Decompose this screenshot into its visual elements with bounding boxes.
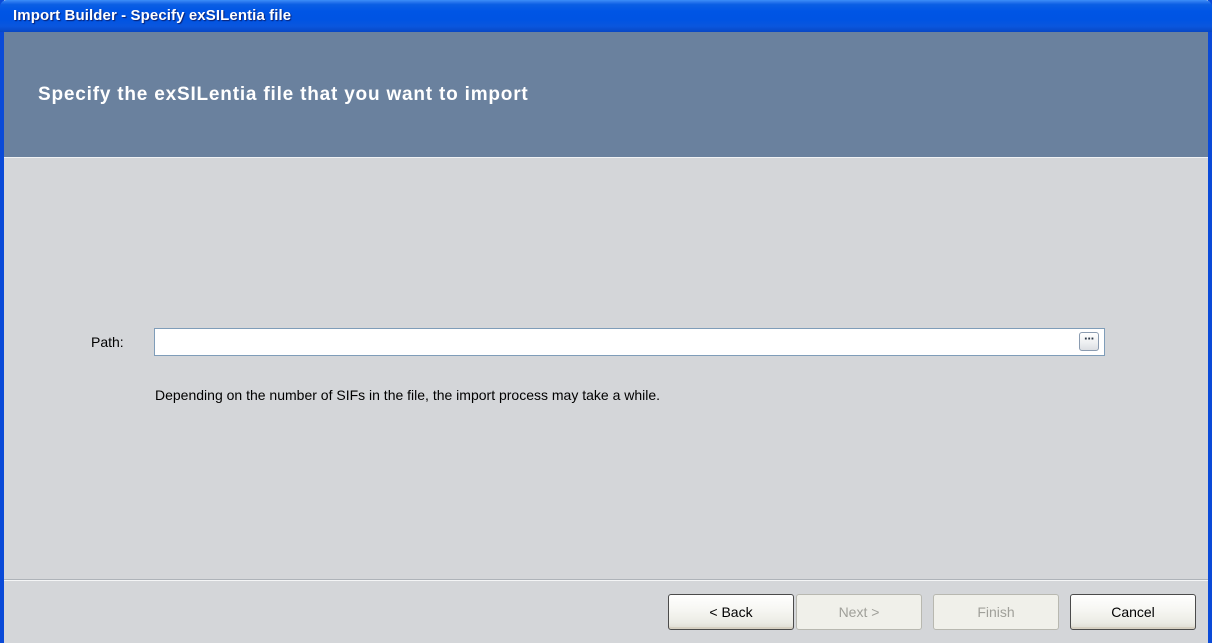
back-button[interactable]: < Back <box>668 594 794 630</box>
path-input[interactable] <box>155 329 1067 355</box>
path-label: Path: <box>91 334 124 350</box>
next-button[interactable]: Next > <box>796 594 922 630</box>
ellipsis-icon: ··· <box>1084 331 1095 346</box>
import-builder-window: Import Builder - Specify exSILentia file… <box>0 0 1212 643</box>
wizard-header: Specify the exSILentia file that you wan… <box>4 32 1208 158</box>
title-bar[interactable]: Import Builder - Specify exSILentia file <box>0 0 1212 32</box>
wizard-step-title: Specify the exSILentia file that you wan… <box>38 84 529 105</box>
header-divider <box>4 157 1208 158</box>
window-title: Import Builder - Specify exSILentia file <box>13 7 292 24</box>
browse-button[interactable]: ··· <box>1079 332 1099 351</box>
finish-button[interactable]: Finish <box>933 594 1059 630</box>
path-field[interactable]: ··· <box>154 328 1105 356</box>
import-hint-text: Depending on the number of SIFs in the f… <box>155 387 661 403</box>
footer-divider-highlight <box>4 580 1208 581</box>
cancel-button[interactable]: Cancel <box>1070 594 1196 630</box>
